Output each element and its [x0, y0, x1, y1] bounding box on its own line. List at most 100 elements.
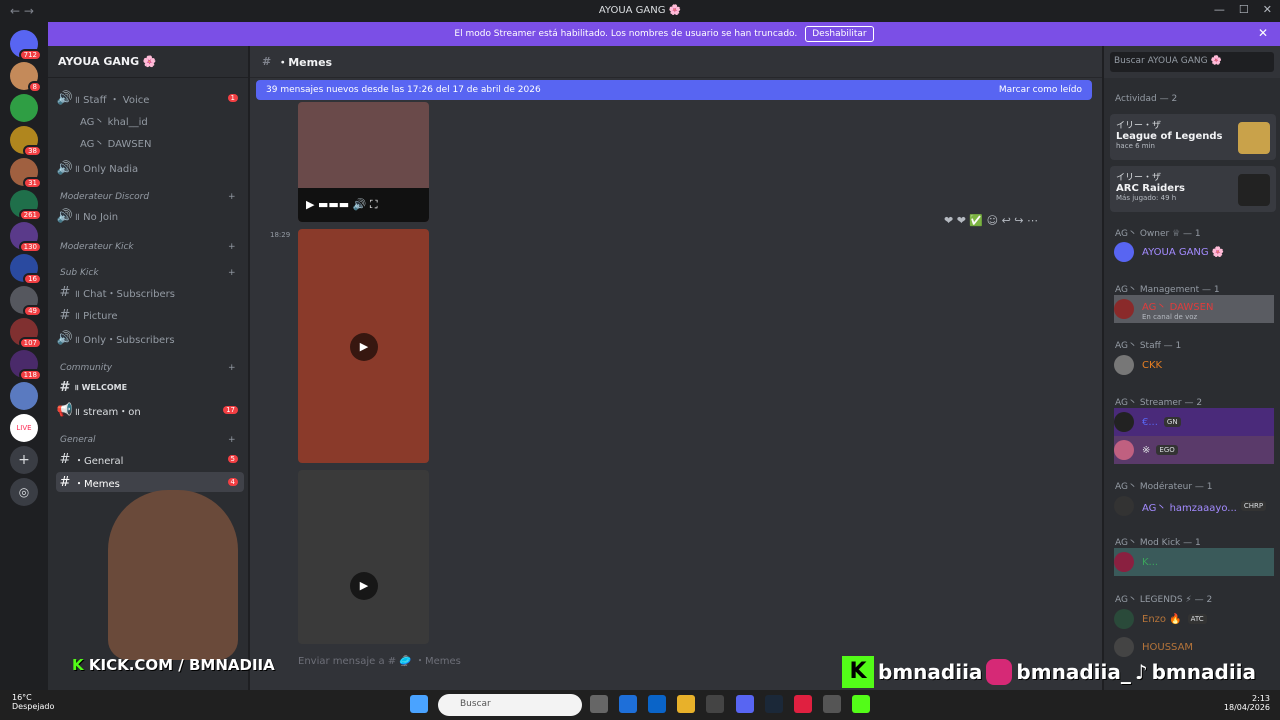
avatar: [1114, 299, 1134, 319]
server-icon[interactable]: 38: [10, 126, 42, 157]
server-icon[interactable]: [10, 94, 38, 122]
member-item[interactable]: AYOUA GANG 🌸: [1114, 238, 1274, 266]
message-actions[interactable]: ❤ ❤ ✅ ☺ ↩ ↪ ⋯: [944, 214, 1038, 227]
server-icon[interactable]: 8: [10, 62, 42, 93]
hash-icon: #: [59, 451, 71, 467]
maximize-icon[interactable]: ☐: [1239, 3, 1249, 16]
kick-app-icon[interactable]: [852, 695, 870, 713]
taskbar-search[interactable]: Buscar: [438, 694, 582, 716]
voice-user[interactable]: AG丶 DAWSEN: [56, 132, 244, 152]
voice-channel[interactable]: 🔊 ॥ Only・Subscribers: [56, 328, 244, 348]
window-title: AYOUA GANG 🌸: [598, 5, 682, 16]
voice-channel[interactable]: 🔊 ॥ Staff ・ Voice 1: [56, 88, 244, 108]
category-header[interactable]: General +: [60, 435, 236, 445]
window-controls[interactable]: — ☐ ✕: [1214, 3, 1272, 16]
server-icon[interactable]: [10, 382, 38, 410]
store-icon[interactable]: [619, 695, 637, 713]
server-icon[interactable]: 49: [10, 286, 42, 317]
hash-icon: #: [59, 307, 71, 323]
start-icon[interactable]: [410, 695, 428, 713]
streamer-image: [108, 490, 238, 660]
category-header[interactable]: Community +: [60, 363, 236, 373]
server-icon[interactable]: 130: [10, 222, 42, 253]
text-channel[interactable]: # ॥ Picture: [56, 305, 244, 325]
windows-taskbar: 16°C Despejado Buscar 2:13 18/04/2026: [0, 690, 1280, 720]
role-header: AG丶 Management — 1: [1115, 285, 1220, 295]
plus-icon[interactable]: +: [228, 242, 236, 252]
member-item[interactable]: CKK: [1114, 351, 1274, 379]
megaphone-icon: 📢: [56, 402, 74, 418]
text-channel[interactable]: # ・General 5: [56, 449, 244, 469]
channel-title: ・Memes: [277, 55, 333, 69]
explore-icon[interactable]: ◎: [10, 478, 38, 506]
server-icon[interactable]: 107: [10, 318, 42, 349]
member-item[interactable]: AG丶 hamzaaayo... CHRP: [1114, 492, 1274, 520]
server-icon[interactable]: 16: [10, 254, 42, 285]
server-icon[interactable]: 261: [10, 190, 42, 221]
instagram-logo-icon: [986, 659, 1013, 685]
text-channel[interactable]: # ॥ Chat・Subscribers: [56, 282, 244, 302]
outlook-icon[interactable]: [648, 695, 666, 713]
member-item[interactable]: Enzo 🔥 ATC: [1114, 605, 1274, 633]
server-name: AYOUA GANG 🌸: [58, 55, 157, 68]
video-controls[interactable]: ▶ ▬▬▬ 🔊 ⛶: [298, 188, 429, 222]
member-item[interactable]: €... GN: [1114, 408, 1274, 436]
server-icon[interactable]: 118: [10, 350, 42, 381]
play-icon[interactable]: ▶: [350, 333, 378, 361]
activity-card[interactable]: イリー・ザ League of Legends hace 6 min: [1110, 114, 1276, 160]
add-server-icon[interactable]: +: [10, 446, 38, 474]
webcam-overlay: K KICK.COM / BMNADIIA: [48, 480, 298, 690]
task-view-icon[interactable]: [590, 695, 608, 713]
chat-area: # ・Memes 39 mensajes nuevos desde las 17:…: [250, 46, 1102, 690]
category-header[interactable]: Moderateur Discord +: [60, 192, 236, 202]
discord-home-icon[interactable]: 712: [10, 30, 42, 61]
member-item[interactable]: K...: [1114, 548, 1274, 576]
close-icon[interactable]: ✕: [1258, 26, 1268, 40]
clock[interactable]: 2:13 18/04/2026: [1224, 694, 1270, 712]
role-header: AG丶 Mod Kick — 1: [1115, 538, 1201, 548]
minimize-icon[interactable]: —: [1214, 3, 1225, 16]
tiktok-live-icon[interactable]: LIVE: [10, 414, 38, 442]
avatar: [1114, 496, 1134, 516]
plus-icon[interactable]: +: [228, 192, 236, 202]
announcement-channel[interactable]: 📢 ॥ stream・on 17: [56, 400, 244, 420]
close-icon[interactable]: ✕: [1263, 3, 1272, 16]
server-header[interactable]: AYOUA GANG 🌸: [48, 46, 248, 78]
video-attachment[interactable]: ▶: [298, 229, 429, 463]
role-header: AG丶 Modérateur — 1: [1115, 482, 1213, 492]
steam-icon[interactable]: [765, 695, 783, 713]
member-item[interactable]: AG丶 DAWSEN En canal de voz: [1114, 295, 1274, 323]
weather-widget[interactable]: 16°C Despejado: [12, 693, 54, 711]
new-messages-bar[interactable]: 39 mensajes nuevos desde las 17:26 del 1…: [256, 80, 1092, 100]
mark-read-button[interactable]: Marcar como leído: [999, 85, 1082, 95]
voice-channel[interactable]: 🔊 ॥ No Join: [56, 206, 244, 226]
social-overlay: K bmnadiia bmnadiia_ ♪ bmnadiia: [842, 654, 1276, 690]
avatar: [1114, 440, 1134, 460]
play-icon[interactable]: ▶: [350, 572, 378, 600]
title-bar: ← → AYOUA GANG 🌸 — ☐ ✕: [0, 0, 1280, 22]
video-attachment[interactable]: ▶ ▬▬▬ 🔊 ⛶: [298, 102, 429, 222]
obs-icon[interactable]: [823, 695, 841, 713]
plus-icon[interactable]: +: [228, 435, 236, 445]
hash-icon: #: [59, 284, 71, 300]
member-item[interactable]: ※ EGO: [1114, 436, 1274, 464]
video-attachment[interactable]: ▶: [298, 470, 429, 644]
activity-card[interactable]: イリー・ザ ARC Raiders Más jugado: 49 h: [1110, 166, 1276, 212]
search-input[interactable]: Buscar AYOUA GANG 🌸: [1110, 52, 1274, 72]
avatar: [1114, 609, 1134, 629]
voice-user[interactable]: AG丶 khal__id: [56, 110, 244, 130]
discord-icon[interactable]: [736, 695, 754, 713]
voice-channel[interactable]: 🔊 ॥ Only Nadia: [56, 158, 244, 178]
category-header[interactable]: Moderateur Kick +: [60, 242, 236, 252]
avatar: [1114, 242, 1134, 262]
app-icon[interactable]: [706, 695, 724, 713]
disable-button[interactable]: Deshabilitar: [805, 26, 874, 42]
plus-icon[interactable]: +: [228, 268, 236, 278]
text-channel[interactable]: # ॥ WELCOME: [56, 377, 244, 397]
category-header[interactable]: Sub Kick +: [60, 268, 236, 278]
explorer-icon[interactable]: [677, 695, 695, 713]
opera-icon[interactable]: [794, 695, 812, 713]
plus-icon[interactable]: +: [228, 363, 236, 373]
server-icon[interactable]: 31: [10, 158, 42, 189]
game-icon: [1238, 174, 1270, 206]
